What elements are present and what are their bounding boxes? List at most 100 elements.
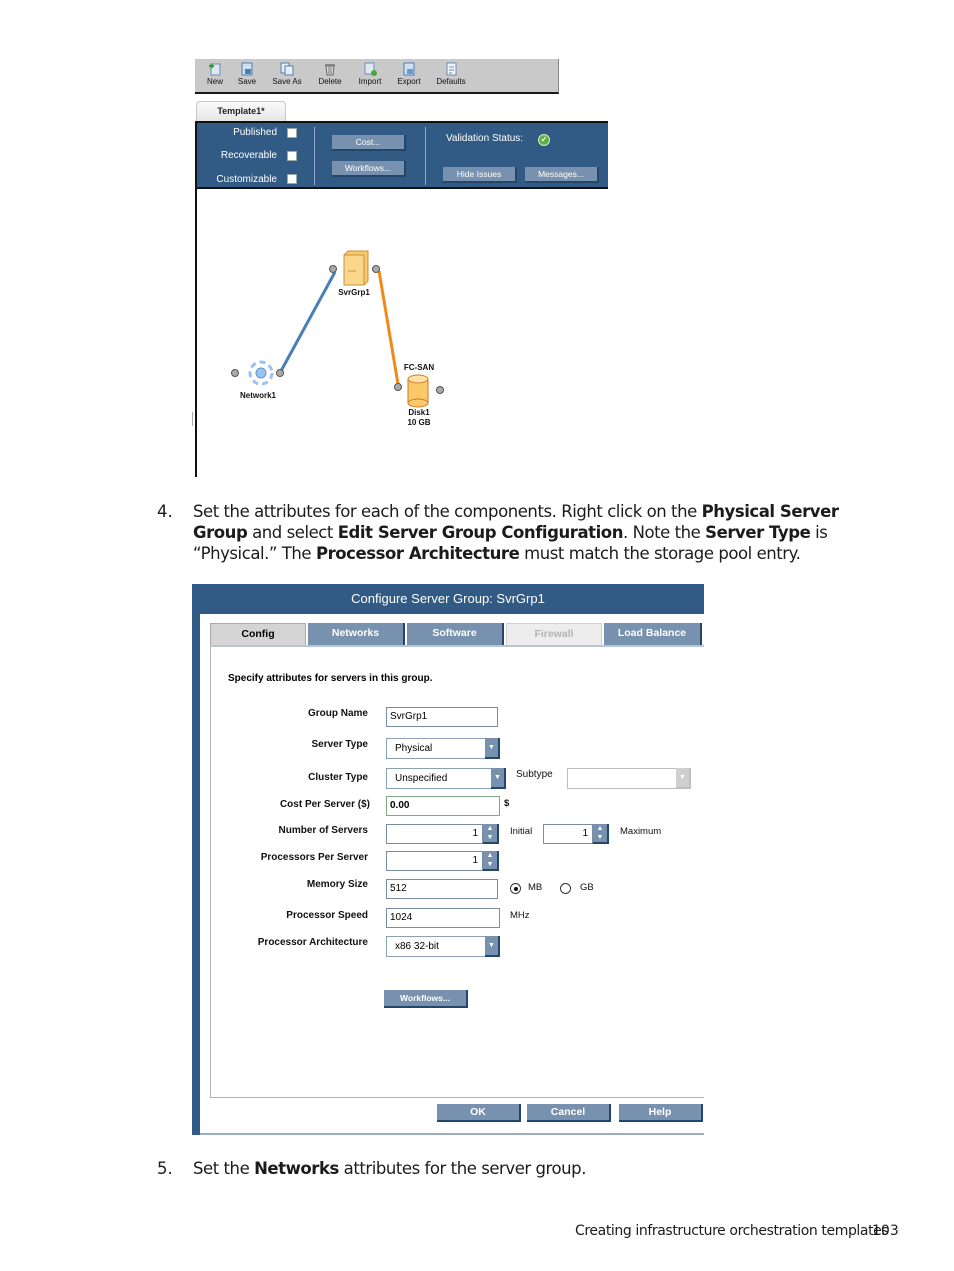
- export-icon: [402, 62, 416, 76]
- configure-server-group-dialog: Configure Server Group: SvrGrp1 Config N…: [192, 584, 704, 1135]
- processors-per-server-input[interactable]: 1 ▲ ▼: [386, 851, 499, 871]
- emphasized-term: Edit Server Group Configuration: [337, 523, 624, 542]
- canvas-scroll-mark: [192, 412, 193, 426]
- tab-load-balance[interactable]: Load Balance: [604, 623, 702, 645]
- new-button[interactable]: New: [197, 62, 233, 92]
- link-network-to-server[interactable]: [279, 271, 337, 372]
- step-5-text: Set the Networks attributes for the serv…: [193, 1158, 893, 1179]
- save-button[interactable]: Save: [229, 62, 265, 92]
- server-type-value: Physical: [395, 743, 433, 754]
- initial-label: Initial: [510, 826, 533, 837]
- connector-dot[interactable]: [372, 265, 380, 273]
- spinner-arrows-icon[interactable]: ▲ ▼: [593, 824, 609, 844]
- text-run: attributes for the server group.: [338, 1159, 587, 1178]
- servers-initial-input[interactable]: 1 ▲ ▼: [386, 824, 499, 844]
- server-type-label: Server Type: [311, 739, 368, 750]
- group-name-input[interactable]: SvrGrp1: [386, 707, 498, 727]
- tab-template1[interactable]: Template1*: [196, 101, 286, 121]
- emphasized-term: Server Type: [705, 523, 811, 542]
- storage-node[interactable]: FC-SAN Disk1 10 GB: [394, 363, 444, 427]
- tab-firewall: Firewall: [506, 623, 602, 645]
- recoverable-label: Recoverable: [220, 150, 277, 161]
- connector-dot[interactable]: [329, 265, 337, 273]
- cost-per-server-input[interactable]: 0.00: [386, 796, 500, 816]
- subtype-select: ▼: [567, 768, 691, 789]
- text-run: . Note the: [623, 523, 706, 542]
- memory-unit-mb-radio[interactable]: [510, 883, 521, 894]
- server-group-node[interactable]: SvrGrp1: [329, 250, 380, 297]
- save-as-icon: [280, 62, 294, 76]
- subtype-label: Subtype: [516, 769, 553, 780]
- chevron-down-icon[interactable]: ▼: [485, 738, 500, 759]
- processor-architecture-select[interactable]: x86 32-bit ▼: [386, 936, 500, 957]
- dialog-body: Config Networks Software Firewall Load B…: [200, 614, 704, 1133]
- defaults-icon: [444, 62, 458, 76]
- customizable-label: Customizable: [216, 174, 277, 185]
- template-toolbar: New Save Save As Delete Import Export De…: [195, 59, 559, 94]
- cost-button[interactable]: Cost...: [332, 135, 406, 151]
- currency-unit: $: [504, 798, 510, 809]
- connector-dot[interactable]: [436, 386, 444, 394]
- memory-size-input[interactable]: 512: [386, 879, 498, 899]
- link-server-to-storage[interactable]: [377, 270, 400, 385]
- checkmark-icon: ✓: [538, 134, 550, 146]
- customizable-checkbox[interactable]: [287, 174, 297, 184]
- divider: [314, 127, 315, 185]
- messages-button[interactable]: Messages...: [525, 167, 599, 183]
- cancel-button[interactable]: Cancel: [527, 1104, 611, 1122]
- divider: [425, 127, 426, 185]
- text-run: must match the storage pool entry.: [519, 544, 801, 563]
- storage-type-label: FC-SAN: [404, 363, 434, 372]
- hide-issues-button[interactable]: Hide Issues: [443, 167, 517, 183]
- text-run: Set the attributes for each of the compo…: [193, 502, 702, 521]
- network-node[interactable]: Network1: [231, 360, 284, 400]
- processor-architecture-label: Processor Architecture: [257, 937, 368, 948]
- maximum-label: Maximum: [620, 826, 662, 837]
- processor-architecture-value: x86 32-bit: [395, 941, 439, 952]
- published-checkbox[interactable]: [287, 128, 297, 138]
- spinner-arrows-icon[interactable]: ▲ ▼: [483, 851, 499, 871]
- connector-dot[interactable]: [276, 369, 284, 377]
- tab-config[interactable]: Config: [210, 623, 306, 645]
- step-number: 4.: [157, 502, 173, 521]
- processors-per-server-label: Processors Per Server: [260, 852, 368, 863]
- delete-button[interactable]: Delete: [312, 62, 348, 92]
- defaults-button[interactable]: Defaults: [433, 62, 469, 92]
- cluster-type-label: Cluster Type: [308, 772, 368, 783]
- servers-maximum-input[interactable]: 1 ▲ ▼: [543, 824, 609, 844]
- chevron-down-icon[interactable]: ▼: [485, 936, 500, 957]
- validation-status-label: Validation Status:: [446, 133, 524, 144]
- cost-per-server-label: Cost Per Server ($): [279, 799, 370, 810]
- chevron-down-icon[interactable]: ▼: [491, 768, 506, 789]
- trash-icon: [323, 62, 337, 76]
- template-diagram-canvas[interactable]: SvrGrp1 Network1 FC-SAN Disk1 10 GB: [197, 189, 497, 479]
- save-as-button[interactable]: Save As: [269, 62, 305, 92]
- group-name-label: Group Name: [307, 708, 368, 719]
- memory-unit-mb-label: MB: [528, 882, 543, 893]
- processor-speed-input[interactable]: 1024: [386, 908, 500, 928]
- connector-dot[interactable]: [394, 383, 402, 391]
- export-button[interactable]: Export: [391, 62, 427, 92]
- server-icon: [343, 250, 369, 286]
- help-button[interactable]: Help: [619, 1104, 703, 1122]
- ok-button[interactable]: OK: [437, 1104, 521, 1122]
- memory-size-label: Memory Size: [306, 879, 368, 890]
- recoverable-checkbox[interactable]: [287, 151, 297, 161]
- page-number: 103: [872, 1223, 899, 1239]
- workflows-button[interactable]: Workflows...: [384, 990, 468, 1008]
- memory-unit-gb-radio[interactable]: [560, 883, 571, 894]
- memory-unit-gb-label: GB: [580, 882, 594, 893]
- disk-icon: [407, 374, 429, 408]
- server-type-select[interactable]: Physical ▼: [386, 738, 500, 759]
- server-group-label: SvrGrp1: [338, 288, 370, 297]
- workflows-button[interactable]: Workflows...: [332, 161, 406, 177]
- tab-software[interactable]: Software: [407, 623, 504, 645]
- spinner-arrows-icon[interactable]: ▲ ▼: [483, 824, 499, 844]
- tab-networks[interactable]: Networks: [308, 623, 405, 645]
- connector-dot[interactable]: [231, 369, 239, 377]
- import-button[interactable]: Import: [352, 62, 388, 92]
- number-of-servers-label: Number of Servers: [278, 825, 368, 836]
- published-label: Published: [233, 127, 277, 138]
- cluster-type-select[interactable]: Unspecified ▼: [386, 768, 506, 789]
- dialog-title: Configure Server Group: SvrGrp1: [351, 591, 545, 606]
